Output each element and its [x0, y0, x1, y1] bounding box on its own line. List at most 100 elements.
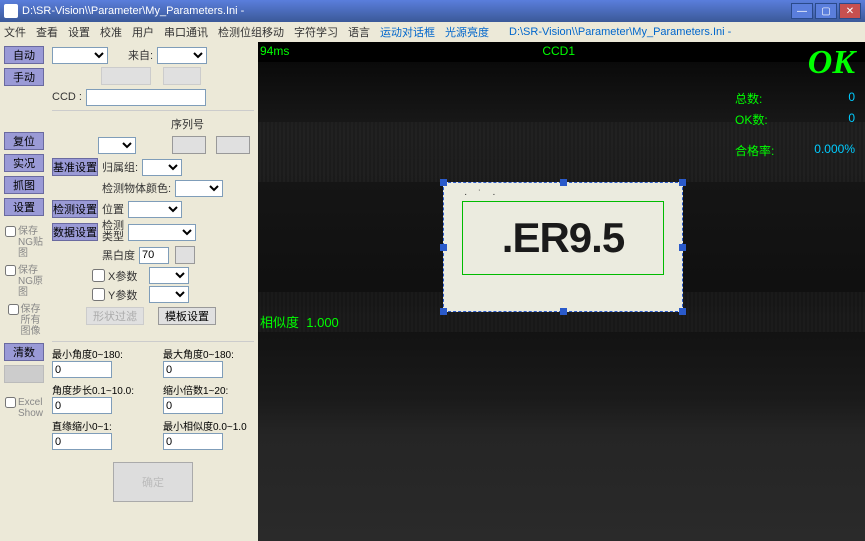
ccd-input[interactable]: [86, 89, 206, 106]
menu-charlearn[interactable]: 字符学习: [294, 24, 338, 40]
serial-label: 序列号: [171, 116, 204, 132]
save-all-check[interactable]: 保存 所有 图像: [8, 304, 41, 337]
bw-label: 黑白度: [102, 247, 135, 263]
stats-panel: 总数: 0 OK数: 0 合格率: 0.000%: [735, 90, 855, 163]
menu-serial[interactable]: 串口通讯: [164, 24, 208, 40]
menu-calib[interactable]: 校准: [100, 24, 122, 40]
pos-label: 位置: [102, 201, 124, 217]
serial-select[interactable]: 1: [98, 137, 136, 154]
detect-type-select[interactable]: 灰度匹配: [128, 224, 196, 241]
attr-select[interactable]: 1: [142, 159, 182, 176]
shape-filter-button[interactable]: 形状过滤: [86, 307, 144, 325]
auto-button[interactable]: 自动: [4, 46, 44, 64]
setting-button[interactable]: 设置: [4, 198, 44, 216]
roi-handle-icon[interactable]: [440, 179, 447, 186]
panel-btn-a[interactable]: [101, 67, 151, 85]
roi-handle-icon[interactable]: [679, 179, 686, 186]
reset-button[interactable]: 复位: [4, 132, 44, 150]
yparam-check[interactable]: [92, 288, 105, 301]
settings-panel: 相机一 ▾ 来自: 相机 ▾ CCD : 序列号 1 基准设置: [48, 42, 258, 541]
yparam-select[interactable]: [149, 286, 189, 303]
roi-handle-icon[interactable]: [440, 244, 447, 251]
left-toolbar: 自动 手动 复位 实况 抓图 设置 保存 NG贴 图 保存 NG原 图 保存 所…: [0, 42, 48, 541]
rate-value: 0.000%: [814, 142, 855, 159]
minang-label: 最小角度0~180:: [52, 346, 143, 361]
roi-handle-icon[interactable]: [679, 244, 686, 251]
roi-handle-icon[interactable]: [440, 308, 447, 315]
angstep-label: 角度步长0.1~10.0:: [52, 382, 143, 397]
attr-label: 归属组:: [102, 159, 138, 175]
save-ng-orig-check[interactable]: 保存 NG原 图: [5, 265, 43, 298]
minimize-button[interactable]: —: [791, 3, 813, 19]
rate-label: 合格率:: [735, 142, 774, 159]
menu-move[interactable]: 检测位组移动: [218, 24, 284, 40]
menu-view[interactable]: 查看: [36, 24, 58, 40]
ocr-text: .ER9.5: [462, 201, 664, 275]
menu-path: D:\SR-Vision\\Parameter\My_Parameters.In…: [509, 26, 731, 38]
roi-handle-icon[interactable]: [560, 308, 567, 315]
total-value: 0: [848, 90, 855, 107]
grab-button[interactable]: 抓图: [4, 176, 44, 194]
color-label: 检测物体颜色:: [102, 180, 171, 196]
edgeshrink-input[interactable]: [52, 433, 112, 450]
maximize-button[interactable]: ▢: [815, 3, 837, 19]
minsim-input[interactable]: [163, 433, 223, 450]
bw-button[interactable]: [175, 246, 195, 264]
timing-readout: 94ms: [260, 44, 289, 58]
close-button[interactable]: ✕: [839, 3, 861, 19]
serial-btn-b[interactable]: [216, 136, 250, 154]
panel-btn-b[interactable]: [163, 67, 201, 85]
minang-input[interactable]: [52, 361, 112, 378]
ccd-label: CCD :: [52, 91, 82, 103]
menu-bar: 文件 查看 设置 校准 用户 串口通讯 检测位组移动 字符学习 语言 运动对话框…: [0, 22, 865, 42]
menu-user[interactable]: 用户: [132, 24, 154, 40]
ccd-readout: CCD1: [542, 44, 575, 58]
angstep-input[interactable]: [52, 397, 112, 414]
data-set-button[interactable]: 数据设置: [52, 223, 98, 241]
roi-handle-icon[interactable]: [679, 308, 686, 315]
menu-light[interactable]: 光源亮度: [445, 24, 489, 40]
excel-show-check[interactable]: Excel Show: [5, 397, 43, 419]
color-select[interactable]: 黑色 ▾: [175, 180, 223, 197]
source-label: 来自:: [128, 47, 153, 63]
bw-input[interactable]: [139, 247, 169, 264]
live-button[interactable]: 实况: [4, 154, 44, 172]
scalestep-input[interactable]: [163, 397, 223, 414]
disabled-button: [4, 365, 44, 383]
maxang-label: 最大角度0~180:: [163, 346, 254, 361]
menu-lang[interactable]: 语言: [348, 24, 370, 40]
noise-marks: · ˙ ·: [464, 189, 500, 200]
roi-box[interactable]: · ˙ · .ER9.5: [443, 182, 683, 312]
ok-value: 0: [848, 111, 855, 128]
template-set-button[interactable]: 模板设置: [158, 307, 216, 325]
save-ng-check[interactable]: 保存 NG贴 图: [5, 226, 43, 259]
ok-label: OK数:: [735, 111, 768, 128]
menu-file[interactable]: 文件: [4, 24, 26, 40]
minsim-label: 最小相似度0.0~1.0: [163, 418, 254, 433]
menu-motion[interactable]: 运动对话框: [380, 24, 435, 40]
xparam-check[interactable]: [92, 269, 105, 282]
window-title: D:\SR-Vision\\Parameter\My_Parameters.In…: [22, 5, 244, 17]
status-ok: OK: [808, 44, 855, 82]
clear-button[interactable]: 清数: [4, 343, 44, 361]
window-titlebar: D:\SR-Vision\\Parameter\My_Parameters.In…: [0, 0, 865, 22]
edgeshrink-label: 直缘缩小0~1:: [52, 418, 143, 433]
detect-type-label: 检测 类型: [102, 221, 124, 243]
camera-viewport: · ˙ · .ER9.5 94ms CCD1 OK 总数: 0 OK数: 0 合格率…: [258, 42, 865, 541]
scalestep-label: 缩小倍数1~20:: [163, 382, 254, 397]
maxang-input[interactable]: [163, 361, 223, 378]
total-label: 总数:: [735, 90, 762, 107]
serial-btn-a[interactable]: [172, 136, 206, 154]
detect-set-button[interactable]: 检测设置: [52, 200, 98, 218]
pos-select[interactable]: 下面 ▾: [128, 201, 182, 218]
menu-config[interactable]: 设置: [68, 24, 90, 40]
roi-handle-icon[interactable]: [560, 179, 567, 186]
similarity-readout: 相似度 1.000: [260, 312, 339, 331]
confirm-button[interactable]: 确定: [113, 462, 193, 502]
source-select[interactable]: 相机 ▾: [157, 47, 207, 64]
app-icon: [4, 4, 18, 18]
base-set-button[interactable]: 基准设置: [52, 158, 98, 176]
xparam-select[interactable]: [149, 267, 189, 284]
manual-button[interactable]: 手动: [4, 68, 44, 86]
camera-select[interactable]: 相机一 ▾: [52, 47, 108, 64]
